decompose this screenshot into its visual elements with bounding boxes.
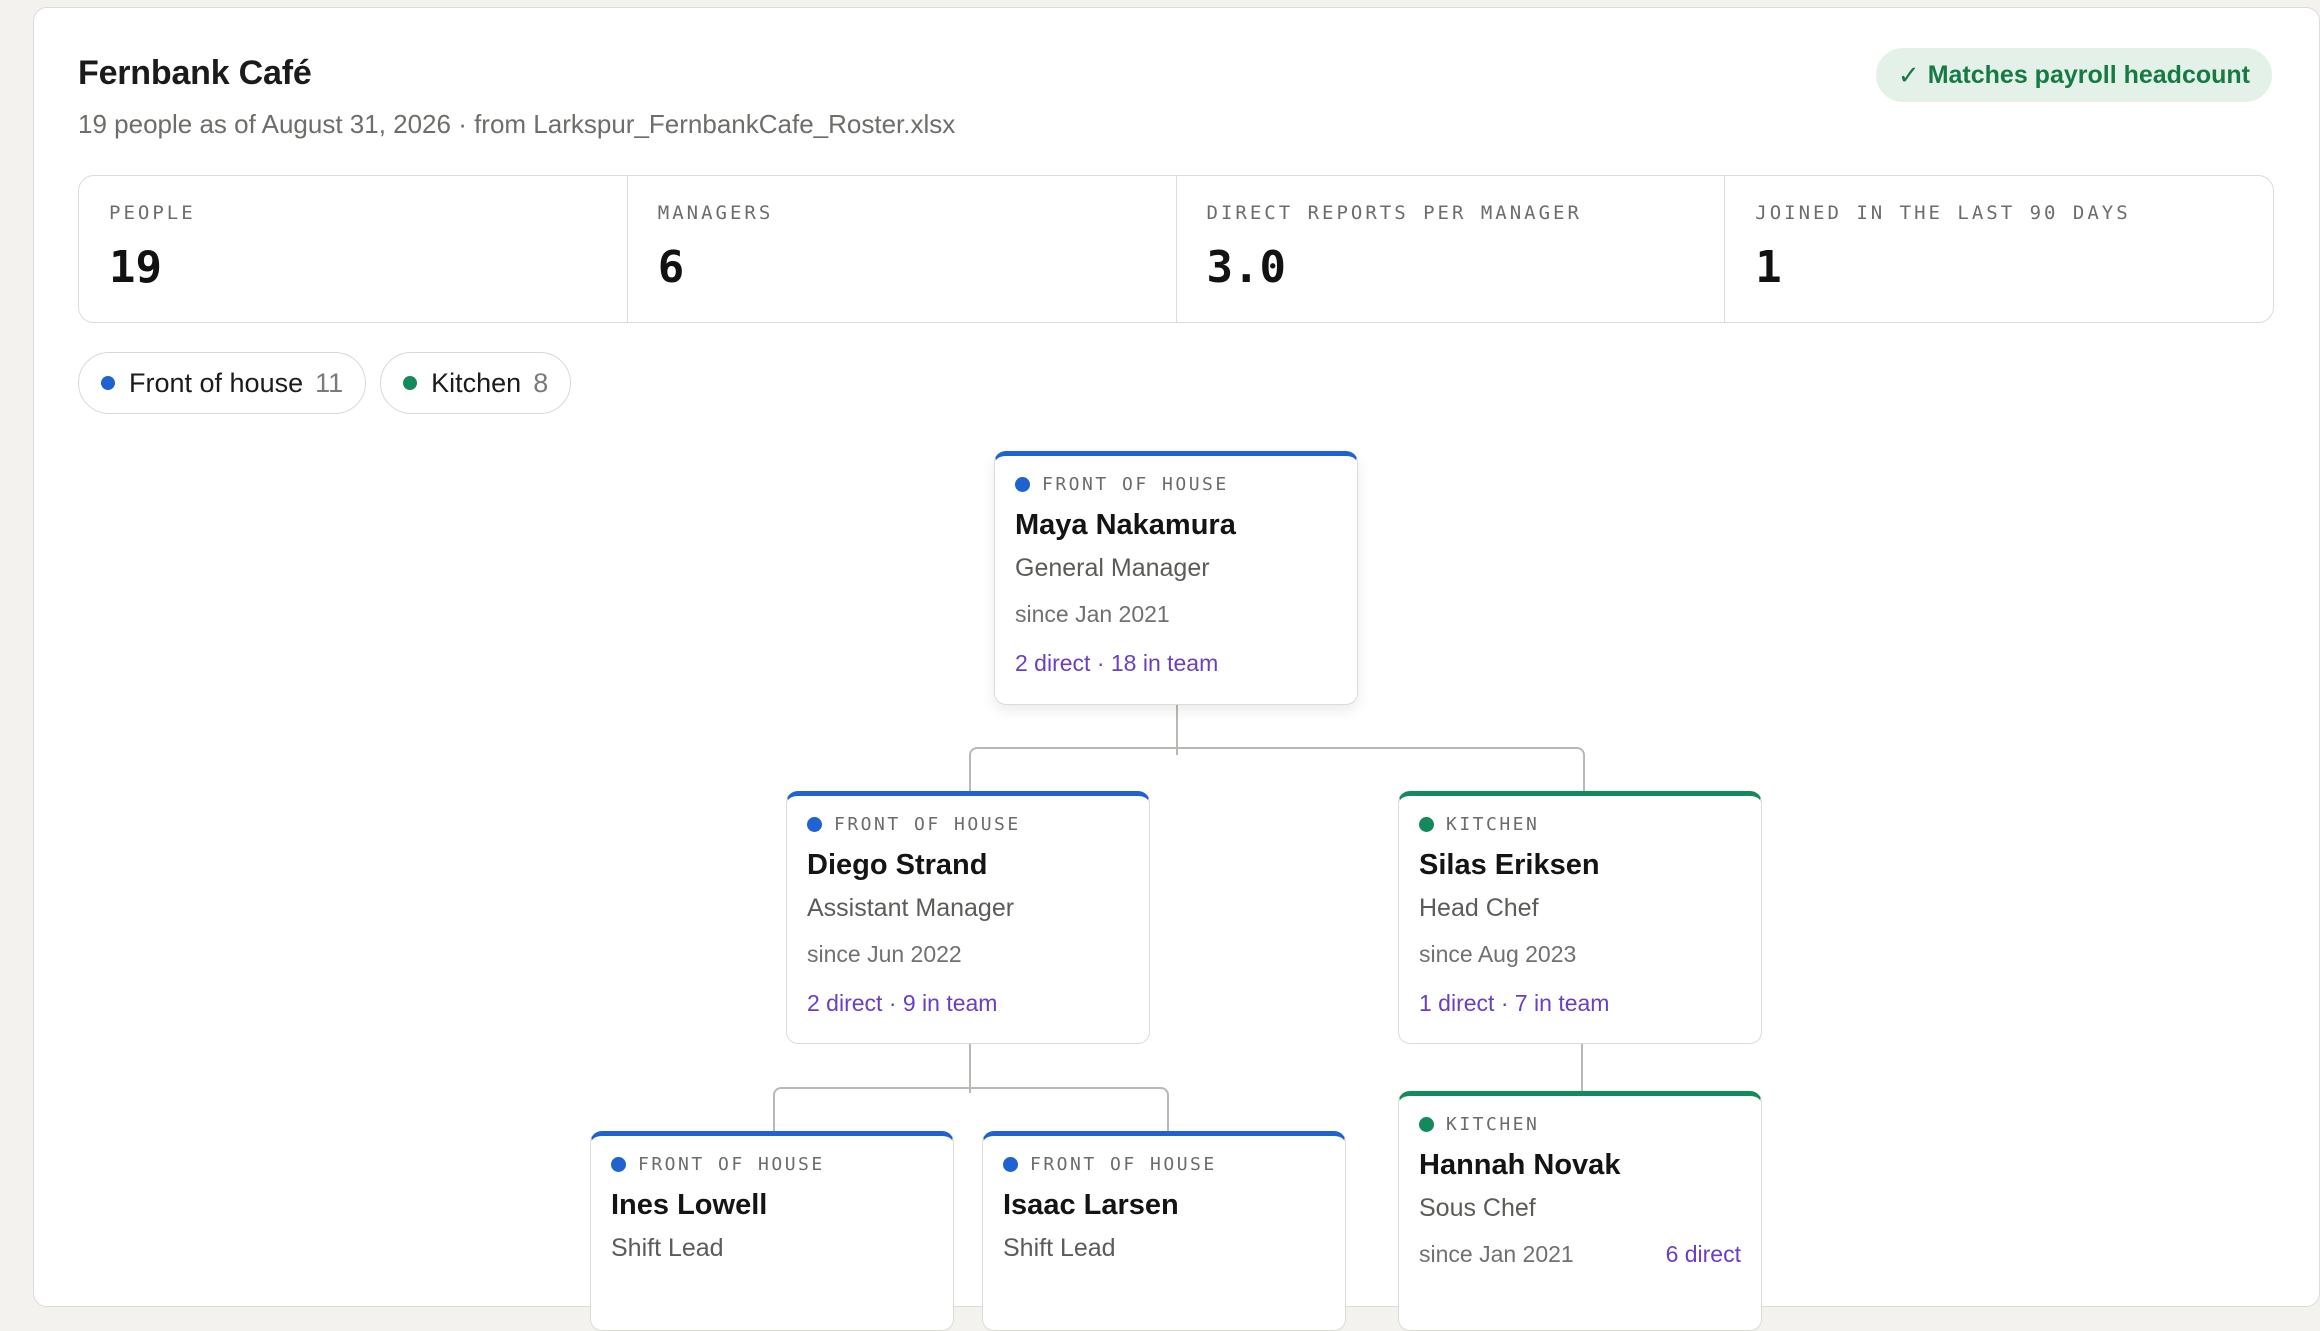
check-icon: ✓ <box>1897 59 1920 90</box>
stat-managers: MANAGERS 6 <box>628 176 1177 322</box>
org-card-hannah-novak[interactable]: KITCHEN Hannah Novak Sous Chef since Jan… <box>1398 1091 1762 1331</box>
department-label: FRONT OF HOUSE <box>834 814 1021 835</box>
department-label: FRONT OF HOUSE <box>1042 474 1229 495</box>
person-since: since Jan 2021 <box>1419 1241 1574 1267</box>
dot-icon <box>1419 1117 1434 1132</box>
person-since: since Aug 2023 <box>1419 941 1577 967</box>
stat-label: JOINED IN THE LAST 90 DAYS <box>1755 202 2131 224</box>
stat-value: 6 <box>657 242 685 293</box>
dot-icon <box>1419 817 1434 832</box>
person-role: Shift Lead <box>1003 1234 1116 1262</box>
person-name: Maya Nakamura <box>1015 509 1236 541</box>
filter-chip-front-of-house[interactable]: Front of house 11 <box>78 352 367 414</box>
connector-line <box>1581 1041 1583 1093</box>
org-card-isaac-larsen[interactable]: FRONT OF HOUSE Isaac Larsen Shift Lead <box>982 1131 1346 1331</box>
person-role: General Manager <box>1015 554 1210 582</box>
person-name: Silas Eriksen <box>1419 849 1600 881</box>
person-role: Sous Chef <box>1419 1194 1536 1222</box>
page-title: Fernbank Café <box>78 54 312 92</box>
department-tag: FRONT OF HOUSE <box>1003 1154 1325 1175</box>
filter-chip-label: Front of house <box>129 367 304 398</box>
org-card-ines-lowell[interactable]: FRONT OF HOUSE Ines Lowell Shift Lead <box>590 1131 954 1331</box>
person-since: since Jun 2022 <box>807 941 962 967</box>
stat-label: PEOPLE <box>109 202 196 224</box>
dot-icon <box>101 376 115 390</box>
department-filters: Front of house 11 Kitchen 8 <box>78 352 572 414</box>
person-name: Isaac Larsen <box>1003 1189 1179 1221</box>
stat-label: MANAGERS <box>657 202 774 224</box>
team-size-link[interactable]: 2 direct · 9 in team <box>807 990 1129 1017</box>
department-tag: FRONT OF HOUSE <box>1015 474 1337 495</box>
org-chart-panel: Fernbank Café 19 people as of August 31,… <box>33 7 2320 1331</box>
person-name: Diego Strand <box>807 849 988 881</box>
stat-value: 3.0 <box>1206 242 1286 293</box>
status-badge: ✓ Matches payroll headcount <box>1875 48 2272 102</box>
person-since: since Jan 2021 <box>1015 601 1170 627</box>
org-card-maya-nakamura[interactable]: FRONT OF HOUSE Maya Nakamura General Man… <box>994 451 1358 705</box>
team-size-link[interactable]: 2 direct · 18 in team <box>1015 650 1337 677</box>
dot-icon <box>807 817 822 832</box>
filter-chip-count: 8 <box>533 367 549 398</box>
department-tag: KITCHEN <box>1419 1114 1741 1135</box>
stat-direct-reports: DIRECT REPORTS PER MANAGER 3.0 <box>1177 176 1726 322</box>
dot-icon <box>1003 1157 1018 1172</box>
connector-line <box>773 1087 1169 1131</box>
stat-label: DIRECT REPORTS PER MANAGER <box>1206 202 1582 224</box>
person-role: Assistant Manager <box>807 894 1015 922</box>
stat-value: 1 <box>1755 242 1782 293</box>
stats-bar: PEOPLE 19 MANAGERS 6 DIRECT REPORTS PER … <box>78 175 2274 323</box>
department-label: KITCHEN <box>1446 1114 1540 1135</box>
department-label: FRONT OF HOUSE <box>1030 1154 1217 1175</box>
department-label: KITCHEN <box>1446 814 1540 835</box>
department-tag: FRONT OF HOUSE <box>611 1154 933 1175</box>
org-card-silas-eriksen[interactable]: KITCHEN Silas Eriksen Head Chef since Au… <box>1398 791 1762 1044</box>
person-role: Head Chef <box>1419 894 1539 922</box>
dot-icon <box>1015 477 1030 492</box>
status-badge-label: Matches payroll headcount <box>1927 60 2250 89</box>
connector-line <box>969 1041 971 1093</box>
stat-value: 19 <box>109 242 162 293</box>
department-tag: FRONT OF HOUSE <box>807 814 1129 835</box>
org-card-diego-strand[interactable]: FRONT OF HOUSE Diego Strand Assistant Ma… <box>786 791 1150 1044</box>
card-footer: since Jan 2021 6 direct <box>1419 1241 1741 1268</box>
department-label: FRONT OF HOUSE <box>638 1154 825 1175</box>
person-role: Shift Lead <box>611 1234 724 1262</box>
dot-icon <box>611 1157 626 1172</box>
page-subtitle: 19 people as of August 31, 2026 · from L… <box>78 109 956 139</box>
filter-chip-kitchen[interactable]: Kitchen 8 <box>380 352 572 414</box>
stat-joined-recent: JOINED IN THE LAST 90 DAYS 1 <box>1725 176 2273 322</box>
connector-line <box>969 747 1585 791</box>
team-size-link[interactable]: 6 direct <box>1666 1241 1741 1268</box>
team-size-link[interactable]: 1 direct · 7 in team <box>1419 990 1741 1017</box>
person-name: Ines Lowell <box>611 1189 768 1221</box>
department-tag: KITCHEN <box>1419 814 1741 835</box>
filter-chip-label: Kitchen <box>431 367 522 398</box>
person-name: Hannah Novak <box>1419 1149 1621 1181</box>
dot-icon <box>403 376 418 390</box>
filter-chip-count: 11 <box>315 367 344 398</box>
stat-people: PEOPLE 19 <box>79 176 628 322</box>
